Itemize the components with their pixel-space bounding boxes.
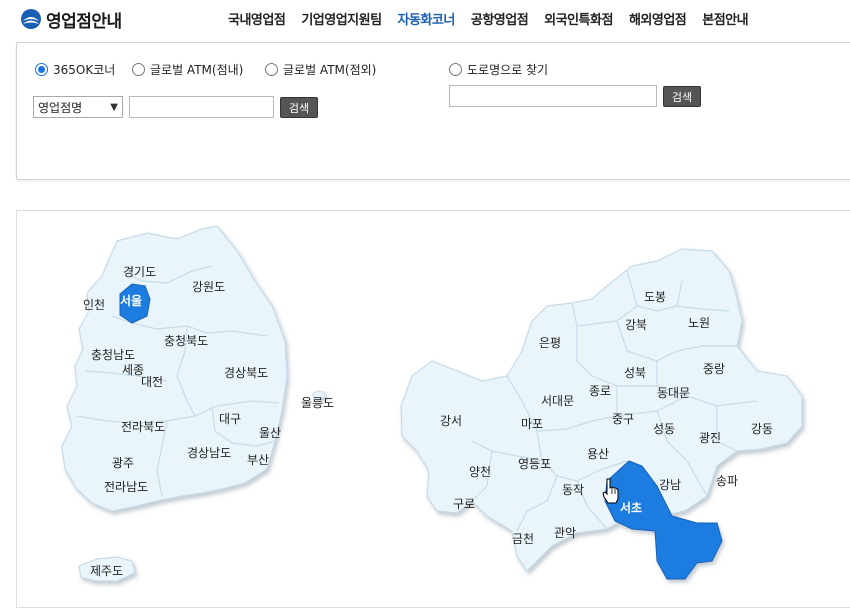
label-mapo[interactable]: 마포 bbox=[521, 417, 543, 431]
label-jeju[interactable]: 제주도 bbox=[90, 564, 123, 578]
label-seongdong[interactable]: 성동 bbox=[653, 422, 675, 436]
nav-domestic[interactable]: 국내영업점 bbox=[228, 9, 286, 28]
label-incheon[interactable]: 인천 bbox=[83, 297, 105, 312]
label-gyeongnam[interactable]: 경상남도 bbox=[187, 446, 231, 460]
label-gwangjin[interactable]: 광진 bbox=[699, 431, 721, 445]
label-gwanak[interactable]: 관악 bbox=[554, 526, 576, 540]
radio-global-atm-out[interactable]: 글로벌 ATM(점외) bbox=[265, 61, 376, 78]
label-chungnam[interactable]: 충청남도 bbox=[91, 348, 135, 362]
label-seongbuk[interactable]: 성북 bbox=[624, 366, 646, 380]
label-gwangju[interactable]: 광주 bbox=[112, 456, 134, 470]
label-busan[interactable]: 부산 bbox=[247, 453, 269, 467]
nav-headquarters[interactable]: 본점안내 bbox=[702, 9, 748, 28]
radio-button-selected[interactable] bbox=[35, 63, 48, 76]
label-ulsan[interactable]: 울산 bbox=[259, 426, 281, 440]
label-gyeonggi[interactable]: 경기도 bbox=[123, 265, 156, 279]
label-ulleungdo[interactable]: 울릉도 bbox=[301, 396, 334, 410]
label-gangwon[interactable]: 강원도 bbox=[192, 280, 225, 294]
label-junggu[interactable]: 중구 bbox=[612, 412, 634, 426]
label-jungnang[interactable]: 중랑 bbox=[703, 362, 725, 376]
logo[interactable]: 영업점안내 bbox=[20, 6, 122, 32]
label-jeonbuk[interactable]: 전라북도 bbox=[121, 420, 165, 434]
label-geumcheon[interactable]: 금천 bbox=[512, 531, 534, 546]
label-jeonnam[interactable]: 전라남도 bbox=[104, 480, 148, 494]
label-songpa[interactable]: 송파 bbox=[716, 474, 738, 488]
label-daejeon[interactable]: 대전 bbox=[141, 375, 163, 389]
map-panel: 경기도 인천 서울 강원도 충청북도 충청남도 세종 대전 경상북도 울릉도 대… bbox=[16, 210, 850, 608]
maps-svg: 경기도 인천 서울 강원도 충청북도 충청남도 세종 대전 경상북도 울릉도 대… bbox=[61, 225, 803, 582]
label-gangnam[interactable]: 강남 bbox=[659, 478, 681, 492]
page-title: 영업점안내 bbox=[46, 11, 122, 32]
label-gangseo[interactable]: 강서 bbox=[440, 414, 462, 428]
label-jongno[interactable]: 종로 bbox=[589, 384, 611, 398]
label-daegu[interactable]: 대구 bbox=[219, 412, 241, 426]
label-gangbuk[interactable]: 강북 bbox=[625, 318, 647, 332]
radio-button[interactable] bbox=[265, 63, 278, 76]
road-search-button[interactable]: 검색 bbox=[663, 86, 701, 107]
label-seocho[interactable]: 서초 bbox=[620, 500, 642, 515]
radio-global-atm-in[interactable]: 글로벌 ATM(점내) bbox=[132, 61, 243, 78]
label-dongdaemun[interactable]: 동대문 bbox=[657, 386, 690, 400]
label-yangcheon[interactable]: 양천 bbox=[469, 464, 491, 479]
radio-button[interactable] bbox=[449, 63, 462, 76]
label-dongjak[interactable]: 동작 bbox=[562, 483, 584, 497]
label-dobong[interactable]: 도봉 bbox=[644, 290, 666, 304]
search-button[interactable]: 검색 bbox=[280, 97, 318, 118]
select-value: 영업점명 bbox=[38, 100, 83, 115]
label-seoul[interactable]: 서울 bbox=[120, 293, 142, 308]
branch-type-select[interactable]: 영업점명 ▼ bbox=[33, 96, 123, 118]
road-search-input[interactable] bbox=[449, 85, 657, 107]
label-seodaemun[interactable]: 서대문 bbox=[541, 394, 574, 408]
nav-automation-corner[interactable]: 자동화코너 bbox=[398, 9, 456, 28]
label-yeongdeungpo[interactable]: 영등포 bbox=[518, 457, 551, 471]
radio-label: 도로명으로 찾기 bbox=[467, 63, 549, 77]
label-nowon[interactable]: 노원 bbox=[688, 316, 710, 330]
label-guro[interactable]: 구로 bbox=[453, 497, 475, 511]
branch-search-input[interactable] bbox=[129, 96, 274, 118]
radio-365ok[interactable]: 365OK코너 bbox=[35, 61, 115, 78]
label-gyeongbuk[interactable]: 경상북도 bbox=[224, 366, 268, 380]
nav-foreigner[interactable]: 외국인특화점 bbox=[544, 9, 613, 28]
radio-label: 365OK코너 bbox=[53, 63, 116, 77]
radio-label: 글로벌 ATM(점내) bbox=[150, 63, 244, 77]
radio-road-name[interactable]: 도로명으로 찾기 bbox=[449, 61, 548, 78]
label-eunpyeong[interactable]: 은평 bbox=[539, 336, 561, 350]
main-nav: 국내영업점 기업영업지원팀 자동화코너 공항영업점 외국인특화점 해외영업점 본… bbox=[228, 9, 764, 28]
nav-corporate[interactable]: 기업영업지원팀 bbox=[301, 9, 382, 28]
chevron-down-icon: ▼ bbox=[110, 101, 118, 113]
label-yongsan[interactable]: 용산 bbox=[587, 447, 609, 461]
header: 영업점안내 국내영업점 기업영업지원팀 자동화코너 공항영업점 외국인특화점 해… bbox=[0, 0, 850, 38]
label-gangdong[interactable]: 강동 bbox=[751, 422, 773, 436]
radio-label: 글로벌 ATM(점외) bbox=[283, 63, 377, 77]
bank-logo-icon bbox=[21, 9, 41, 29]
nav-overseas[interactable]: 해외영업점 bbox=[629, 9, 687, 28]
radio-button[interactable] bbox=[132, 63, 145, 76]
nav-airport[interactable]: 공항영업점 bbox=[471, 9, 529, 28]
search-panel: 365OK코너 글로벌 ATM(점내) 글로벌 ATM(점외) 도로명으로 찾기… bbox=[16, 42, 850, 180]
label-chungbuk[interactable]: 충청북도 bbox=[164, 334, 208, 348]
